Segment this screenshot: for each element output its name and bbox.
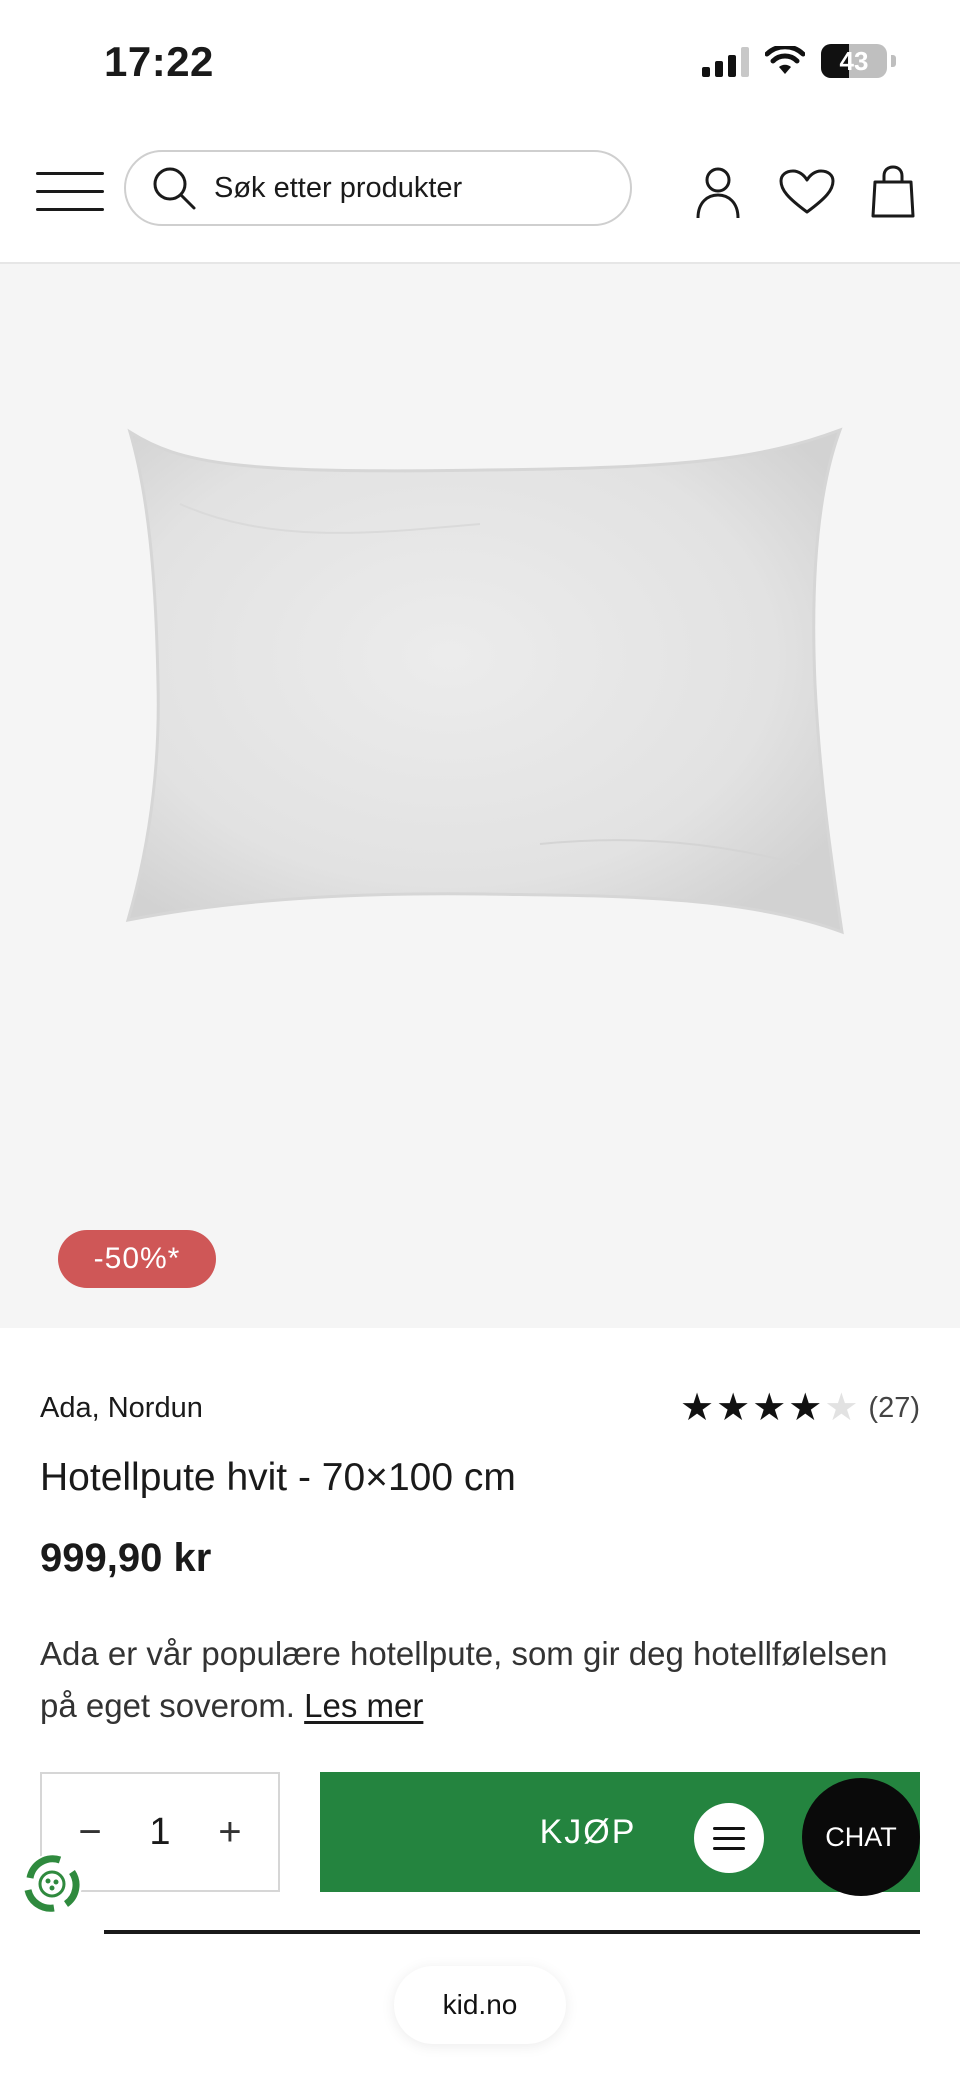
- search-input[interactable]: [212, 170, 596, 206]
- review-count: (27): [868, 1391, 920, 1424]
- site-header: [0, 130, 960, 264]
- product-description: Ada er vår populære hotellpute, som gir …: [40, 1628, 920, 1732]
- product-price: 999,90 kr: [40, 1536, 212, 1580]
- eco-badge-icon[interactable]: [16, 1848, 88, 1920]
- product-rating[interactable]: ★ ★ ★ ★ ★ (27): [678, 1388, 920, 1428]
- browser-url-bar[interactable]: kid.no: [394, 1966, 566, 2044]
- chat-button[interactable]: CHAT: [802, 1778, 920, 1896]
- star-icon: ★: [716, 1387, 751, 1429]
- wifi-icon: [765, 46, 805, 74]
- product-image[interactable]: -50%*: [0, 264, 960, 1328]
- star-icon: ★: [680, 1387, 715, 1429]
- discount-badge: -50%*: [58, 1230, 216, 1288]
- heart-icon[interactable]: [778, 168, 836, 216]
- battery-level: 43: [839, 45, 869, 76]
- search-bar[interactable]: [124, 150, 632, 226]
- status-icons: 43: [702, 44, 896, 78]
- star-empty-icon: ★: [824, 1387, 859, 1429]
- account-icon[interactable]: [694, 164, 742, 220]
- pillow-image: [125, 427, 844, 935]
- product-title: Hotellpute hvit - 70×100 cm: [40, 1456, 516, 1499]
- star-icon: ★: [752, 1387, 787, 1429]
- signal-icon: [702, 45, 749, 77]
- battery-icon: 43: [821, 44, 887, 78]
- status-bar: 17:22 43: [0, 0, 960, 130]
- description-text: Ada er vår populære hotellpute, som gir …: [40, 1635, 888, 1724]
- read-more-link[interactable]: Les mer: [304, 1687, 423, 1724]
- quantity-value[interactable]: 1: [149, 1811, 170, 1854]
- bag-icon[interactable]: [870, 164, 916, 220]
- increase-quantity-button[interactable]: +: [210, 1810, 250, 1855]
- menu-icon[interactable]: [36, 168, 104, 216]
- status-time: 17:22: [104, 38, 214, 85]
- star-icon: ★: [788, 1387, 823, 1429]
- floating-menu-button[interactable]: [694, 1803, 764, 1873]
- divider: [104, 1930, 920, 1934]
- search-icon: [153, 167, 196, 210]
- product-brand: Ada, Nordun: [40, 1392, 203, 1424]
